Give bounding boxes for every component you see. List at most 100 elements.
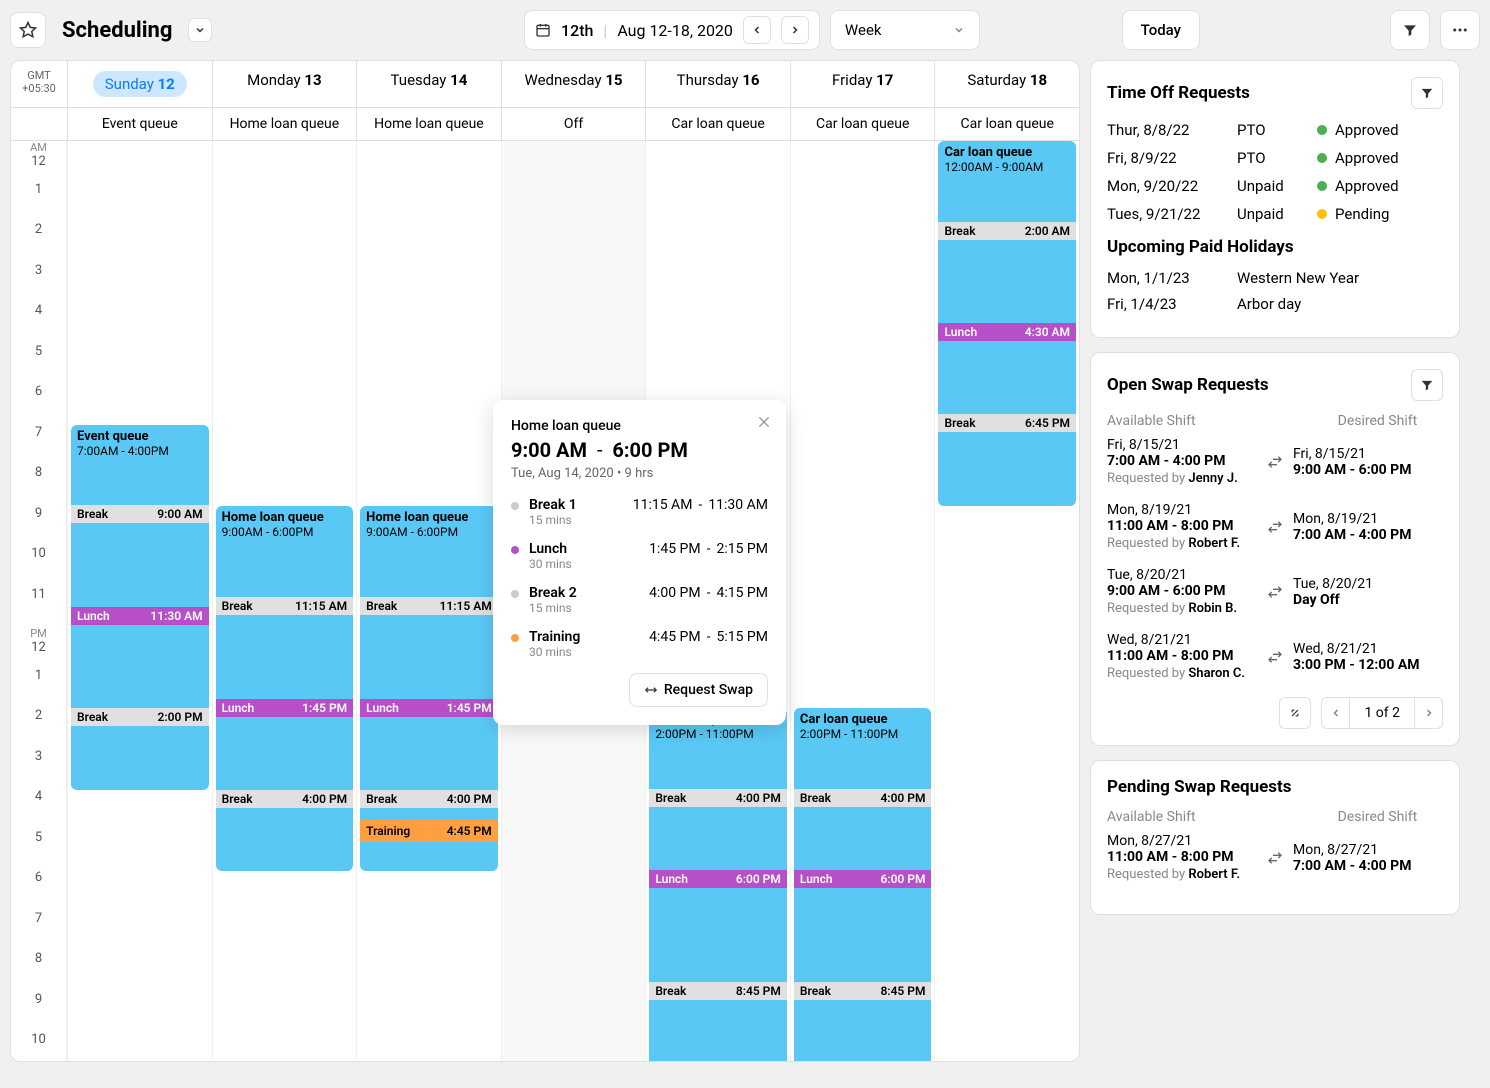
date-primary: 12th — [561, 21, 593, 40]
hour-label: 5 — [11, 344, 66, 385]
hour-label: 4 — [11, 789, 66, 830]
open-swaps-title: Open Swap Requests — [1107, 375, 1269, 395]
favorite-button[interactable] — [10, 12, 46, 48]
pending-swaps-panel: Pending Swap Requests Available Shift De… — [1090, 760, 1460, 915]
popover-segment: Break 215 mins 4:00 PM-4:15 PM — [511, 585, 768, 615]
swap-arrow-icon — [1267, 519, 1283, 535]
sidebar: Time Off Requests Thur, 8/8/22PTOApprove… — [1090, 60, 1460, 1062]
stripe-break: Break8:45 PM — [649, 982, 787, 1000]
open-swaps-pager: 1 of 2 — [1107, 697, 1443, 729]
shift-block[interactable]: Home loan queue 9:00AM - 6:00PM Break11:… — [216, 506, 354, 871]
desired-shift-label: Desired Shift — [1338, 413, 1443, 429]
shift-block[interactable]: Car loan queue 2:00PM - 11:00PM Break4:0… — [794, 708, 932, 1062]
popover-queue: Home loan queue — [511, 418, 768, 434]
time-off-row[interactable]: Mon, 9/20/22UnpaidApproved — [1107, 177, 1443, 195]
chevron-down-icon — [194, 24, 206, 36]
prev-week-button[interactable] — [743, 16, 771, 44]
filter-icon — [1420, 378, 1434, 392]
pager-prev-button[interactable] — [1322, 698, 1350, 728]
shift-title: Car loan queue — [938, 141, 1076, 160]
swap-arrow-icon — [1267, 584, 1283, 600]
day-col-monday: Home loan queue 9:00AM - 6:00PM Break11:… — [212, 141, 357, 1061]
day-header-sunday[interactable]: Sunday 12 — [67, 61, 212, 107]
swap-row[interactable]: Mon, 8/19/21 11:00 AM - 8:00 PM Requeste… — [1107, 502, 1443, 551]
chevron-right-icon — [1423, 707, 1435, 719]
today-button[interactable]: Today — [1122, 10, 1200, 50]
pager-next-button[interactable] — [1414, 698, 1442, 728]
popover-segment: Break 115 mins 11:15 AM-11:30 AM — [511, 497, 768, 527]
swap-row[interactable]: Tue, 8/20/21 9:00 AM - 6:00 PM Requested… — [1107, 567, 1443, 616]
stripe-break: Break2:00 PM — [71, 708, 209, 726]
swap-row[interactable]: Fri, 8/15/21 7:00 AM - 4:00 PM Requested… — [1107, 437, 1443, 486]
star-icon — [19, 21, 37, 39]
time-column: AM121234567891011PM1212345678910 — [11, 141, 67, 1061]
request-swap-button[interactable]: Request Swap — [629, 673, 768, 707]
hour-label: 3 — [11, 749, 66, 790]
queue-cell: Off — [501, 108, 646, 140]
chevron-right-icon — [789, 24, 801, 36]
shift-time: 2:00PM - 11:00PM — [649, 727, 787, 745]
expand-icon — [1288, 706, 1302, 720]
time-off-filter-button[interactable] — [1411, 77, 1443, 109]
hour-label: 1 — [11, 668, 66, 709]
swap-row[interactable]: Wed, 8/21/21 11:00 AM - 8:00 PM Requeste… — [1107, 632, 1443, 681]
shift-time: 9:00AM - 6:00PM — [360, 525, 498, 543]
day-header-friday[interactable]: Friday 17 — [790, 61, 935, 107]
popover-timerange: 9:00 AM - 6:00 PM — [511, 438, 768, 462]
swap-row[interactable]: Mon, 8/27/21 11:00 AM - 8:00 PM Requeste… — [1107, 833, 1443, 882]
shift-block[interactable]: Car loan queue 2:00PM - 11:00PM Break4:0… — [649, 708, 787, 1062]
day-header-monday[interactable]: Monday 13 — [212, 61, 357, 107]
next-week-button[interactable] — [781, 16, 809, 44]
stripe-lunch: Lunch1:45 PM — [216, 699, 354, 717]
time-off-title: Time Off Requests — [1107, 83, 1250, 103]
time-off-row[interactable]: Thur, 8/8/22PTOApproved — [1107, 121, 1443, 139]
shift-title: Home loan queue — [360, 506, 498, 525]
timezone-label: GMT +05:30 — [11, 61, 67, 107]
hour-label: 2 — [11, 222, 66, 263]
open-swaps-filter-button[interactable] — [1411, 369, 1443, 401]
stripe-break: Break9:00 AM — [71, 505, 209, 523]
stripe-break: Break11:15 AM — [216, 597, 354, 615]
time-off-row[interactable]: Fri, 8/9/22PTOApproved — [1107, 149, 1443, 167]
view-mode-label: Week — [845, 21, 882, 39]
day-header-tuesday[interactable]: Tuesday 14 — [356, 61, 501, 107]
hour-label: 2 — [11, 708, 66, 749]
shift-block[interactable]: Home loan queue 9:00AM - 6:00PM Break11:… — [360, 506, 498, 871]
stripe-lunch: Lunch6:00 PM — [794, 870, 932, 888]
chevron-down-icon — [953, 24, 965, 36]
day-header-wednesday[interactable]: Wednesday 15 — [501, 61, 646, 107]
filter-icon — [1420, 86, 1434, 100]
stripe-break: Break11:15 AM — [360, 597, 498, 615]
shift-block[interactable]: Event queue 7:00AM - 4:00PM Break9:00 AM… — [71, 425, 209, 790]
stripe-break: Break4:00 PM — [216, 790, 354, 808]
more-button[interactable] — [1440, 10, 1480, 50]
day-header-thursday[interactable]: Thursday 16 — [645, 61, 790, 107]
view-mode-select[interactable]: Week — [830, 10, 980, 50]
swap-expand-button[interactable] — [1279, 697, 1311, 729]
queue-cell: Home loan queue — [212, 108, 357, 140]
header-filter-button[interactable] — [1390, 10, 1430, 50]
stripe-lunch: Lunch11:30 AM — [71, 607, 209, 625]
page-title: Scheduling — [62, 18, 172, 43]
open-swaps-panel: Open Swap Requests Available Shift Desir… — [1090, 352, 1460, 746]
page-title-dropdown[interactable] — [188, 18, 212, 42]
stripe-break: Break2:00 AM — [938, 222, 1076, 240]
swap-arrow-icon — [1267, 850, 1283, 866]
popover-close-button[interactable] — [756, 414, 772, 430]
popover-segment: Lunch30 mins 1:45 PM-2:15 PM — [511, 541, 768, 571]
stripe-break: Break4:00 PM — [649, 789, 787, 807]
stripe-break: Break4:00 PM — [360, 790, 498, 808]
time-off-row[interactable]: Tues, 9/21/22UnpaidPending — [1107, 205, 1443, 223]
holiday-row: Fri, 1/4/23Arbor day — [1107, 295, 1443, 313]
hour-label: 10 — [11, 1032, 66, 1062]
day-header-saturday[interactable]: Saturday 18 — [934, 61, 1079, 107]
holidays-title: Upcoming Paid Holidays — [1107, 237, 1443, 257]
stripe-break: Break6:45 PM — [938, 414, 1076, 432]
request-swap-label: Request Swap — [664, 682, 753, 698]
time-off-panel: Time Off Requests Thur, 8/8/22PTOApprove… — [1090, 60, 1460, 338]
available-shift-label: Available Shift — [1107, 809, 1212, 825]
hour-label: AM12 — [11, 141, 66, 182]
close-icon — [756, 414, 772, 430]
shift-detail-popover: Home loan queue 9:00 AM - 6:00 PM Tue, A… — [493, 400, 786, 725]
shift-block[interactable]: Car loan queue 12:00AM - 9:00AM Break2:0… — [938, 141, 1076, 506]
